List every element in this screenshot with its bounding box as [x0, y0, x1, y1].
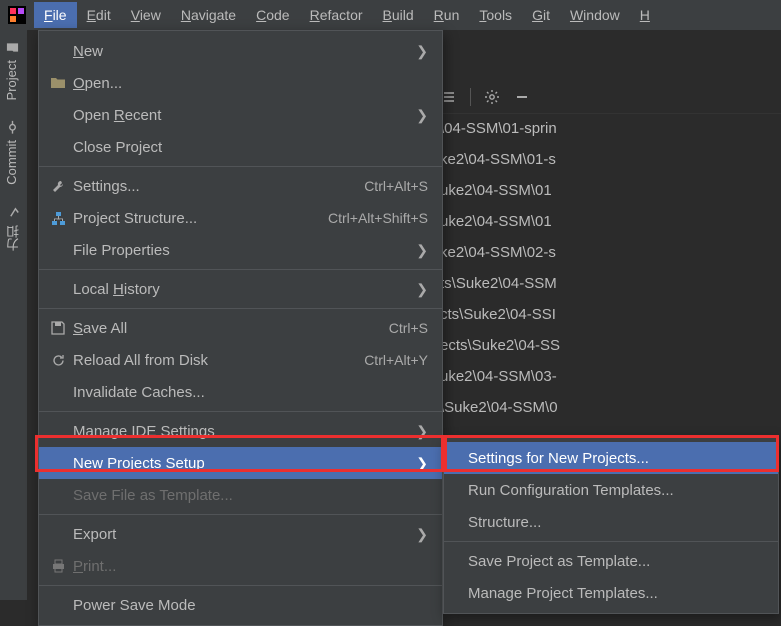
menu-item-save-all[interactable]: Save AllCtrl+S	[39, 312, 442, 344]
menu-item-print: Print...	[39, 550, 442, 582]
menu-item-new-projects-setup[interactable]: New Projects Setup❯	[39, 447, 442, 479]
menu-item-label: Invalidate Caches...	[69, 384, 428, 401]
chevron-right-icon: ❯	[412, 107, 428, 124]
save-icon	[47, 321, 69, 335]
menu-refactor[interactable]: Refactor	[300, 2, 373, 28]
file-menu-dropdown: New❯Open...Open Recent❯Close ProjectSett…	[38, 30, 443, 626]
editor-panel: \04-SSM\01-sprinke2\04-SSM\01-suke2\04-S…	[434, 80, 781, 430]
menu-h[interactable]: H	[630, 2, 660, 28]
menu-item-label: Settings...	[69, 178, 364, 195]
submenu-item-save-project-as-template[interactable]: Save Project as Template...	[444, 545, 778, 577]
folding-row[interactable]: \Suke2\04-SSM\0	[434, 399, 781, 430]
rail-力扣[interactable]: 力扣	[0, 195, 27, 261]
submenu-item-run-configuration-templates[interactable]: Run Configuration Templates...	[444, 474, 778, 506]
folding-row[interactable]: uke2\04-SSM\01	[434, 213, 781, 244]
rail-commit[interactable]: Commit	[0, 110, 23, 195]
menu-build[interactable]: Build	[373, 2, 424, 28]
menu-item-label: Power Save Mode	[69, 597, 428, 614]
folding-row[interactable]: cts\Suke2\04-SSI	[434, 306, 781, 337]
chevron-right-icon: ❯	[412, 423, 428, 440]
shortcut: Ctrl+Alt+S	[364, 178, 428, 194]
folding-row[interactable]: ke2\04-SSM\01-s	[434, 151, 781, 182]
menu-run[interactable]: Run	[424, 2, 470, 28]
shortcut: Ctrl+Alt+Shift+S	[328, 210, 428, 226]
submenu-item-settings-for-new-projects[interactable]: Settings for New Projects...	[444, 442, 778, 474]
wrench-icon	[47, 179, 69, 194]
shortcut: Ctrl+Alt+Y	[364, 352, 428, 368]
menubar: FileEditViewNavigateCodeRefactorBuildRun…	[0, 0, 781, 30]
chevron-right-icon: ❯	[412, 281, 428, 298]
menu-window[interactable]: Window	[560, 2, 630, 28]
breadcrumb-toolbar	[434, 80, 781, 114]
separator	[39, 308, 442, 309]
shortcut: Ctrl+S	[389, 320, 428, 336]
folding-region-list: \04-SSM\01-sprinke2\04-SSM\01-suke2\04-S…	[434, 114, 781, 430]
menu-item-label: Open...	[69, 75, 428, 92]
folding-row[interactable]: ects\Suke2\04-SS	[434, 337, 781, 368]
menu-item-save-file-as-template: Save File as Template...	[39, 479, 442, 511]
folding-row[interactable]: \04-SSM\01-sprin	[434, 120, 781, 151]
menu-item-settings[interactable]: Settings...Ctrl+Alt+S	[39, 170, 442, 202]
separator	[39, 269, 442, 270]
menu-item-project-structure[interactable]: Project Structure...Ctrl+Alt+Shift+S	[39, 202, 442, 234]
menu-item-open-recent[interactable]: Open Recent❯	[39, 99, 442, 131]
menu-item-label: Export	[69, 526, 412, 543]
menu-item-label: Save All	[69, 320, 389, 337]
menu-item-local-history[interactable]: Local History❯	[39, 273, 442, 305]
rail-project[interactable]: Project	[0, 30, 23, 110]
folding-row[interactable]: ts\Suke2\04-SSM	[434, 275, 781, 306]
menu-tools[interactable]: Tools	[469, 2, 522, 28]
chevron-right-icon: ❯	[412, 242, 428, 259]
folding-row[interactable]: ke2\04-SSM\02-s	[434, 244, 781, 275]
menu-item-label: File Properties	[69, 242, 412, 259]
menu-item-label: Reload All from Disk	[69, 352, 364, 369]
menu-item-new[interactable]: New❯	[39, 35, 442, 67]
menu-item-label: Save File as Template...	[69, 487, 428, 504]
menu-item-label: Print...	[69, 558, 428, 575]
separator	[39, 166, 442, 167]
chevron-right-icon: ❯	[412, 526, 428, 543]
menu-item-label: New	[69, 43, 412, 60]
menu-item-label: Manage IDE Settings	[69, 423, 412, 440]
menu-item-label: Close Project	[69, 139, 428, 156]
chevron-right-icon: ❯	[412, 455, 428, 472]
folding-row[interactable]: uke2\04-SSM\03-	[434, 368, 781, 399]
menu-git[interactable]: Git	[522, 2, 560, 28]
menu-item-label: New Projects Setup	[69, 455, 412, 472]
submenu-item-structure[interactable]: Structure...	[444, 506, 778, 538]
separator	[444, 541, 778, 542]
chevron-right-icon: ❯	[412, 43, 428, 60]
reload-icon	[47, 353, 69, 368]
folder-icon	[47, 76, 69, 90]
menu-item-label: Project Structure...	[69, 210, 328, 227]
separator	[39, 514, 442, 515]
gear-icon[interactable]	[483, 88, 501, 106]
folding-row[interactable]: uke2\04-SSM\01	[434, 182, 781, 213]
app-logo-icon	[4, 4, 30, 26]
menu-edit[interactable]: Edit	[77, 2, 121, 28]
menu-item-manage-ide-settings[interactable]: Manage IDE Settings❯	[39, 415, 442, 447]
menu-item-export[interactable]: Export❯	[39, 518, 442, 550]
menu-item-reload-all-from-disk[interactable]: Reload All from DiskCtrl+Alt+Y	[39, 344, 442, 376]
menu-item-label: Open Recent	[69, 107, 412, 124]
separator	[39, 585, 442, 586]
minimize-icon[interactable]	[513, 88, 531, 106]
menu-navigate[interactable]: Navigate	[171, 2, 246, 28]
menu-item-open[interactable]: Open...	[39, 67, 442, 99]
submenu-item-manage-project-templates[interactable]: Manage Project Templates...	[444, 577, 778, 609]
menu-item-invalidate-caches[interactable]: Invalidate Caches...	[39, 376, 442, 408]
left-tool-rail: ProjectCommit力扣	[0, 30, 28, 600]
new-projects-setup-submenu: Settings for New Projects...Run Configur…	[443, 437, 779, 614]
menu-view[interactable]: View	[121, 2, 171, 28]
menu-item-power-save-mode[interactable]: Power Save Mode	[39, 589, 442, 621]
menu-file[interactable]: File	[34, 2, 77, 28]
struct-icon	[47, 211, 69, 226]
menu-code[interactable]: Code	[246, 2, 299, 28]
divider	[470, 88, 471, 106]
separator	[39, 411, 442, 412]
menu-item-close-project[interactable]: Close Project	[39, 131, 442, 163]
print-icon	[47, 559, 69, 574]
menu-item-file-properties[interactable]: File Properties❯	[39, 234, 442, 266]
menu-item-label: Local History	[69, 281, 412, 298]
